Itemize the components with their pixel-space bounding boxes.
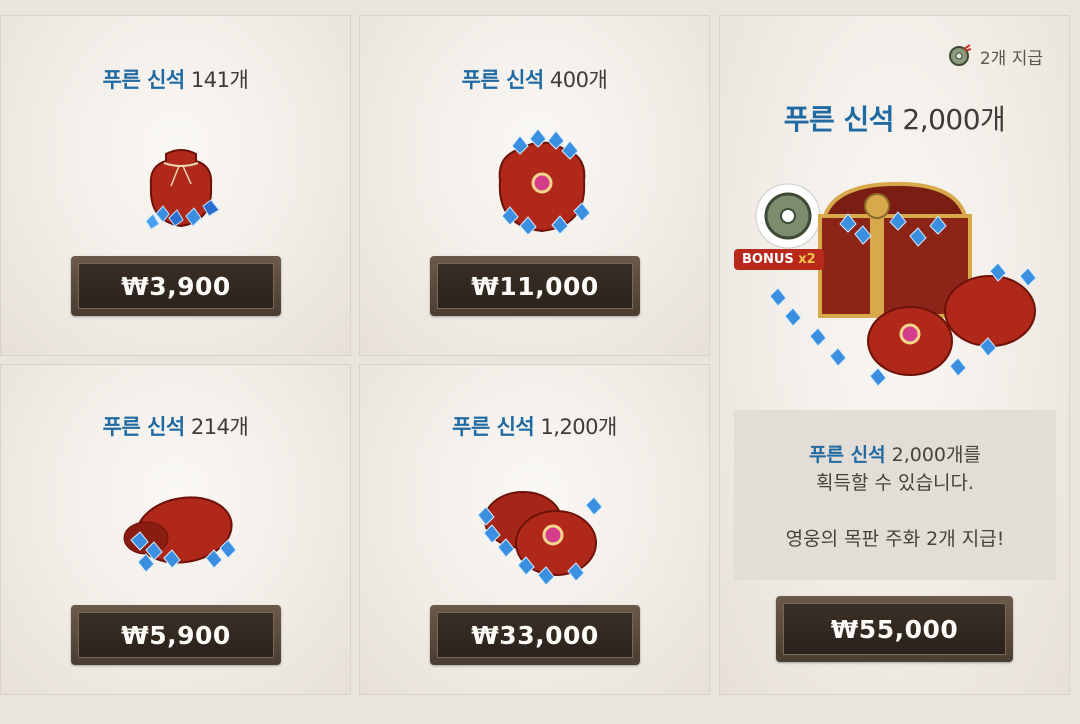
product-title: 푸른 신석 400개	[461, 68, 608, 92]
bonus-coin-text: 2개 지급	[979, 48, 1043, 69]
product-title: 푸른 신석 141개	[102, 68, 249, 92]
price-label: ₩11,000	[437, 263, 633, 309]
featured-buy-button[interactable]: ₩55,000	[776, 596, 1013, 662]
buy-button[interactable]: ₩3,900	[71, 256, 281, 316]
featured-description: 푸른 신석 2,000개를 획득할 수 있습니다. 영웅의 목판 주화 2개 지…	[734, 410, 1056, 580]
treasure-chest-icon	[755, 181, 1037, 387]
gem-pouch-icon	[123, 496, 237, 573]
buy-button[interactable]: ₩33,000	[430, 605, 640, 665]
featured-product-card[interactable]: 2개 지급 푸른 신석 2,000개 BONUS x2	[719, 15, 1070, 695]
bonus-coin-badge: 2개 지급	[946, 43, 1043, 69]
coin-icon	[948, 44, 972, 66]
gem-pouch-icon	[477, 491, 603, 586]
product-title: 푸른 신석 214개	[102, 415, 249, 439]
price-label: ₩55,000	[783, 603, 1006, 655]
product-title: 푸른 신석 2,000개	[783, 103, 1006, 136]
product-title: 푸른 신석 1,200개	[452, 415, 617, 439]
bonus-tag: BONUS x2	[734, 249, 824, 270]
buy-button[interactable]: ₩5,900	[71, 605, 281, 665]
product-card-400[interactable]: 푸른 신석 400개 ₩11,000	[359, 15, 710, 356]
product-card-214[interactable]: 푸른 신석 214개 ₩5,900	[0, 364, 351, 695]
price-label: ₩5,900	[78, 612, 274, 658]
gem-pouch-icon	[498, 128, 591, 236]
product-card-141[interactable]: 푸른 신석 141개 ₩3,900	[0, 15, 351, 356]
buy-button[interactable]: ₩11,000	[430, 256, 640, 316]
price-label: ₩3,900	[78, 263, 274, 309]
price-label: ₩33,000	[437, 612, 633, 658]
gem-pouch-icon	[145, 149, 220, 230]
product-card-1200[interactable]: 푸른 신석 1,200개 ₩33,000	[359, 364, 710, 695]
